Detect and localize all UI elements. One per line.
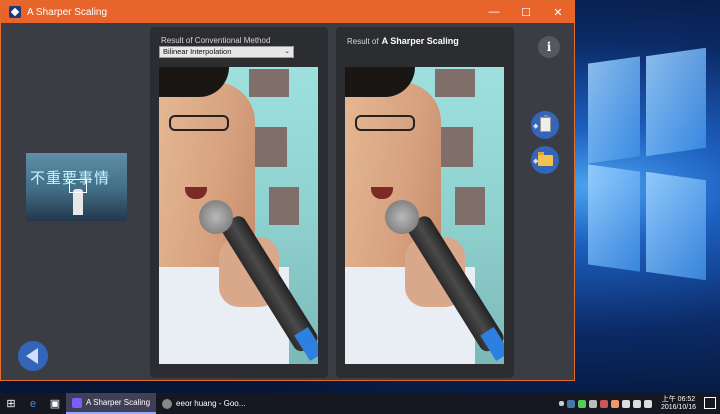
app-window: A Sharper Scaling — ☐ ✕ 不重要事情 Result of … bbox=[0, 0, 575, 381]
window-title: A Sharper Scaling bbox=[27, 6, 108, 18]
maximize-button[interactable]: ☐ bbox=[510, 1, 542, 23]
title-bar[interactable]: A Sharper Scaling — ☐ ✕ bbox=[1, 1, 574, 23]
conventional-result-panel: Result of Conventional Method Bilinear I… bbox=[150, 27, 328, 378]
sharper-result-image bbox=[345, 67, 504, 364]
back-arrow-button[interactable] bbox=[18, 341, 48, 371]
minimize-button[interactable]: — bbox=[478, 1, 510, 23]
close-button[interactable]: ✕ bbox=[542, 1, 574, 23]
chevron-down-icon: ⌄ bbox=[284, 48, 290, 55]
windows-logo-wallpaper bbox=[588, 47, 708, 281]
volume-icon[interactable] bbox=[632, 399, 641, 408]
ime-icon[interactable] bbox=[643, 399, 652, 408]
taskbar: ⊞ e ▣ A Sharper Scaling eeor huang - Goo… bbox=[0, 393, 720, 414]
taskbar-app-sharper-scaling[interactable]: A Sharper Scaling bbox=[66, 393, 157, 414]
edge-browser-icon[interactable]: e bbox=[22, 393, 44, 414]
sharper-panel-label: Result of A Sharper Scaling bbox=[347, 36, 459, 46]
tray-app-icon[interactable] bbox=[566, 399, 575, 408]
tray-up-icon[interactable] bbox=[558, 401, 564, 406]
source-image-thumbnail[interactable]: 不重要事情 bbox=[26, 153, 127, 221]
app-logo-icon bbox=[72, 397, 82, 408]
store-icon[interactable]: ▣ bbox=[44, 393, 66, 414]
tray-app-icon[interactable] bbox=[610, 399, 619, 408]
selected-method: Bilinear Interpolation bbox=[163, 47, 232, 56]
paste-from-clipboard-button[interactable]: ◆ bbox=[531, 111, 559, 139]
open-folder-button[interactable]: ◆ bbox=[531, 146, 559, 174]
system-tray: 上午 06:52 2016/10/16 bbox=[558, 393, 696, 414]
conventional-panel-label: Result of Conventional Method bbox=[161, 36, 271, 45]
taskbar-app-browser[interactable]: eeor huang - Goo... bbox=[156, 393, 251, 414]
sharper-label-prefix: Result of bbox=[347, 37, 379, 46]
taskbar-app-label: eeor huang - Goo... bbox=[176, 399, 246, 408]
clock[interactable]: 上午 06:52 2016/10/16 bbox=[661, 396, 696, 412]
notification-center-icon[interactable] bbox=[704, 397, 716, 409]
tray-app-icon[interactable] bbox=[577, 399, 586, 408]
clock-time: 上午 06:52 bbox=[661, 395, 696, 403]
network-icon[interactable] bbox=[621, 399, 630, 408]
selection-frame[interactable] bbox=[69, 179, 87, 193]
avatar-icon bbox=[162, 398, 173, 409]
app-logo-icon bbox=[9, 6, 21, 18]
folder-icon bbox=[538, 152, 553, 166]
sharper-label-name: A Sharper Scaling bbox=[381, 36, 459, 46]
info-button[interactable]: i bbox=[538, 36, 560, 58]
tray-app-icon[interactable] bbox=[588, 399, 597, 408]
interpolation-method-select[interactable]: Bilinear Interpolation ⌄ bbox=[159, 46, 294, 58]
taskbar-app-label: A Sharper Scaling bbox=[86, 398, 151, 407]
start-windows-icon[interactable]: ⊞ bbox=[0, 393, 22, 414]
clipboard-icon bbox=[540, 115, 551, 132]
sharper-result-panel: Result of A Sharper Scaling bbox=[336, 27, 514, 378]
tray-app-icon[interactable] bbox=[599, 399, 608, 408]
clock-date: 2016/10/16 bbox=[660, 403, 696, 411]
conventional-result-image bbox=[159, 67, 318, 364]
arrow-icon: ◆ bbox=[533, 123, 539, 130]
